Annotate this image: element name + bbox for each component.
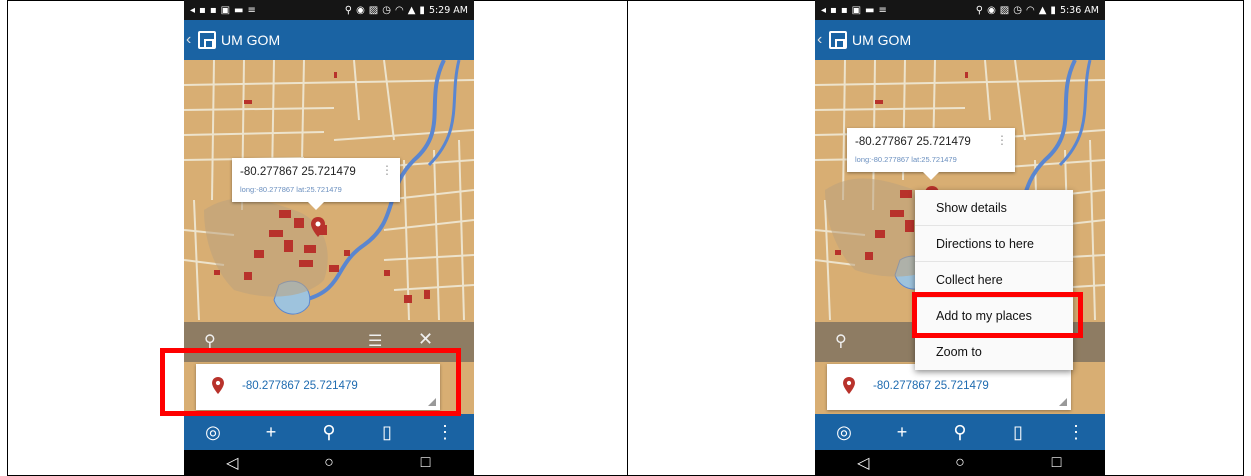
android-nav-bar: ◁ ○ □ <box>184 450 474 476</box>
wifi-icon: ◠ <box>1025 4 1035 16</box>
notification-icon: ≡ <box>878 4 887 16</box>
signal-icon: ▲ <box>407 4 416 16</box>
notification-icon: ▪ <box>840 4 848 16</box>
status-time: 5:36 AM <box>1059 4 1099 16</box>
search-icon[interactable]: ⚲ <box>309 422 349 443</box>
location-icon: ⚲ <box>344 4 353 16</box>
sync-icon: ◉ <box>356 4 365 16</box>
search-icon[interactable]: ⚲ <box>940 422 980 443</box>
bottom-toolbar: ◎ + ⚲ ▯ ⋮ <box>815 414 1105 450</box>
notification-icon: ▪ <box>830 4 837 16</box>
target-icon[interactable]: ◎ <box>824 422 864 443</box>
notification-icon: ◂ <box>190 4 196 16</box>
alarm-icon: ◷ <box>382 4 391 16</box>
app-title: UM GOM <box>221 32 281 48</box>
result-card[interactable]: -80.277867 25.721479 <box>827 364 1071 410</box>
back-triangle-icon[interactable]: ◁ <box>843 453 883 473</box>
popup-subtitle: long:-80.277867 lat:25.721479 <box>240 185 342 194</box>
location-popup[interactable]: -80.277867 25.721479 long:-80.277867 lat… <box>847 128 1015 180</box>
notification-icon: ▪ <box>199 4 206 16</box>
notification-icon: ▬ <box>865 4 875 16</box>
notification-icon: ≡ <box>247 4 256 16</box>
battery-icon: ▮ <box>419 4 425 16</box>
android-nav-bar: ◁ ○ □ <box>815 450 1105 476</box>
nfc-icon: ▨ <box>999 4 1010 16</box>
result-coords: -80.277867 25.721479 <box>873 380 989 392</box>
notification-icon: ▬ <box>234 4 244 16</box>
status-time: 5:29 AM <box>428 4 468 16</box>
app-title: UM GOM <box>852 32 912 48</box>
popup-coords: -80.277867 25.721479 <box>855 136 971 148</box>
signal-icon: ▲ <box>1038 4 1047 16</box>
highlight-box-result <box>160 348 461 416</box>
home-circle-icon[interactable]: ○ <box>940 454 980 472</box>
notification-icon: ◂ <box>821 4 827 16</box>
back-triangle-icon[interactable]: ◁ <box>212 453 252 473</box>
location-icon: ⚲ <box>975 4 984 16</box>
target-icon[interactable]: ◎ <box>193 422 233 443</box>
app-logo-icon[interactable] <box>198 31 216 49</box>
recent-square-icon[interactable]: □ <box>406 454 446 472</box>
battery-icon: ▮ <box>1050 4 1056 16</box>
app-bar: ‹ UM GOM <box>184 20 474 60</box>
location-popup[interactable]: -80.277867 25.721479 long:-80.277867 lat… <box>232 158 400 210</box>
popup-subtitle: long:-80.277867 lat:25.721479 <box>855 155 957 164</box>
wifi-icon: ◠ <box>394 4 404 16</box>
highlight-box-add-to-places <box>912 292 1083 338</box>
popup-more-icon[interactable]: ⋮ <box>381 163 393 177</box>
menu-item-zoom-to[interactable]: Zoom to <box>915 334 1073 370</box>
notification-icons: ◂ ▪ ▪ ▣ ▬ ≡ <box>821 5 887 16</box>
book-icon[interactable]: ▯ <box>367 422 407 443</box>
sync-icon: ◉ <box>987 4 996 16</box>
notification-icons: ◂ ▪ ▪ ▣ ▬ ≡ <box>190 5 256 16</box>
notification-icon: ▣ <box>851 4 862 16</box>
popup-coords: -80.277867 25.721479 <box>240 166 356 178</box>
plus-icon[interactable]: + <box>251 422 291 443</box>
more-vertical-icon[interactable]: ⋮ <box>425 422 465 443</box>
book-icon[interactable]: ▯ <box>998 422 1038 443</box>
search-icon[interactable]: ⚲ <box>835 331 847 351</box>
home-circle-icon[interactable]: ○ <box>309 454 349 472</box>
back-chevron-icon[interactable]: ‹ <box>186 31 196 49</box>
menu-item-directions[interactable]: Directions to here <box>915 226 1073 262</box>
recent-square-icon[interactable]: □ <box>1037 454 1077 472</box>
app-logo-icon[interactable] <box>829 31 847 49</box>
system-icons: ⚲ ◉ ▨ ◷ ◠ ▲ ▮ 5:36 AM <box>976 5 1099 16</box>
status-bar: ◂ ▪ ▪ ▣ ▬ ≡ ⚲ ◉ ▨ ◷ ◠ ▲ ▮ 5:36 AM <box>815 0 1105 20</box>
column-divider <box>627 0 628 476</box>
app-bar: ‹ UM GOM <box>815 20 1105 60</box>
more-vertical-icon[interactable]: ⋮ <box>1056 422 1096 443</box>
notification-icon: ▣ <box>220 4 231 16</box>
back-chevron-icon[interactable]: ‹ <box>817 31 827 49</box>
notification-icon: ▪ <box>209 4 217 16</box>
bottom-toolbar: ◎ + ⚲ ▯ ⋮ <box>184 414 474 450</box>
phone-screen-right: ◂ ▪ ▪ ▣ ▬ ≡ ⚲ ◉ ▨ ◷ ◠ ▲ ▮ 5:36 AM ‹ UM G… <box>815 0 1105 476</box>
map-pin-icon[interactable] <box>311 217 325 237</box>
alarm-icon: ◷ <box>1013 4 1022 16</box>
nfc-icon: ▨ <box>368 4 379 16</box>
status-bar: ◂ ▪ ▪ ▣ ▬ ≡ ⚲ ◉ ▨ ◷ ◠ ▲ ▮ 5:29 AM <box>184 0 474 20</box>
system-icons: ⚲ ◉ ▨ ◷ ◠ ▲ ▮ 5:29 AM <box>345 5 468 16</box>
popup-more-icon[interactable]: ⋮ <box>996 133 1008 147</box>
expand-corner-icon[interactable] <box>1059 398 1067 406</box>
context-menu: Show details Directions to here Collect … <box>915 190 1073 370</box>
plus-icon[interactable]: + <box>882 422 922 443</box>
map-view[interactable]: -80.277867 25.721479 long:-80.277867 lat… <box>815 60 1105 414</box>
close-icon[interactable]: ✕ <box>418 329 433 350</box>
menu-item-show-details[interactable]: Show details <box>915 190 1073 226</box>
